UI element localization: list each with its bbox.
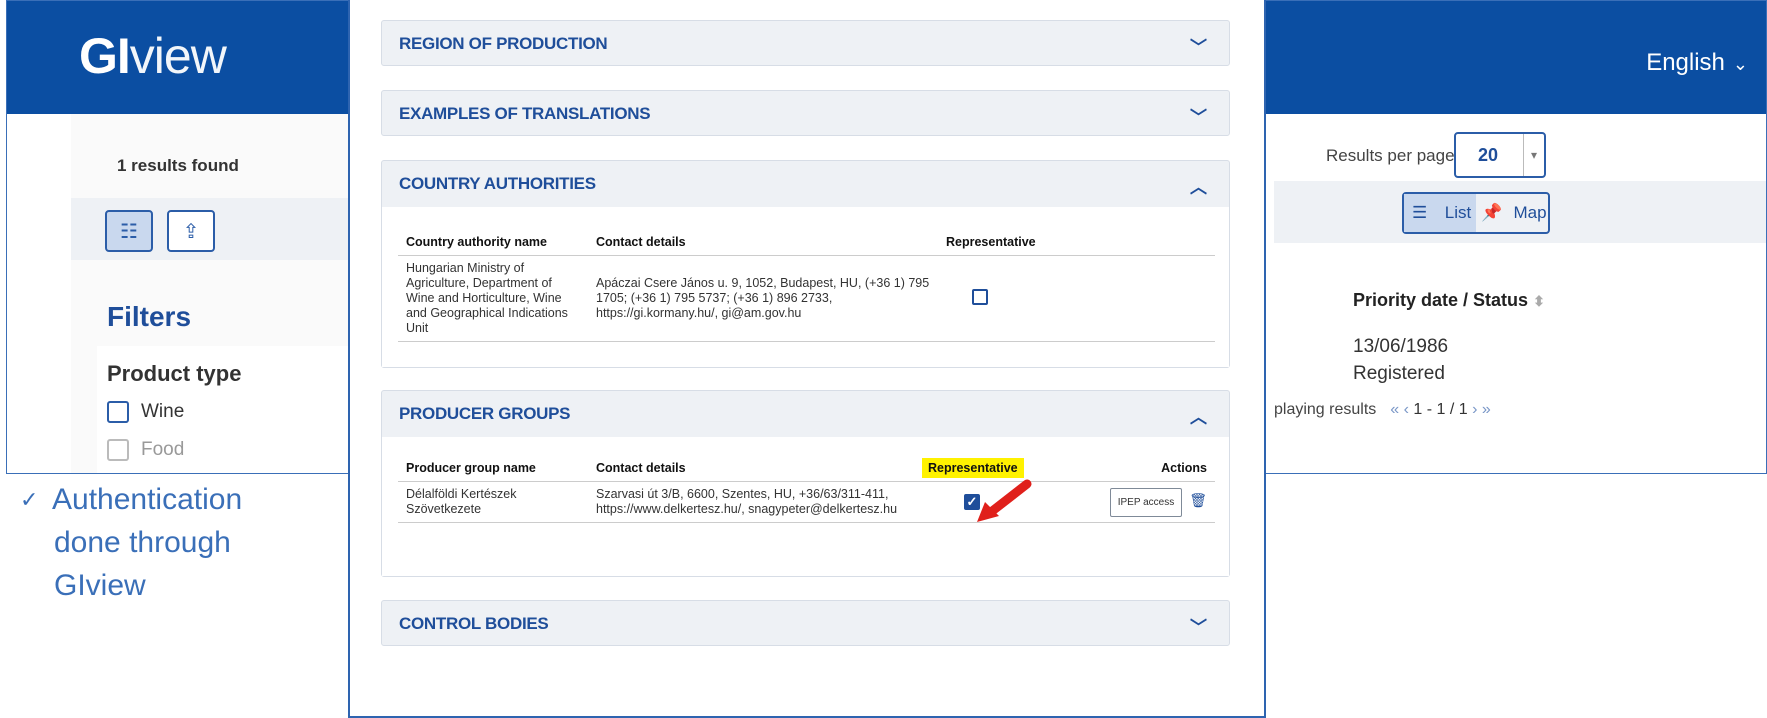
table-row: Hungarian Ministry of Agriculture, Depar…: [398, 255, 1215, 342]
priority-column-header[interactable]: Priority date / Status ⬍: [1353, 290, 1545, 311]
section-header[interactable]: REGION OF PRODUCTION ﹀: [382, 21, 1229, 67]
gi-details-modal: REGION OF PRODUCTION ﹀ EXAMPLES OF TRANS…: [348, 0, 1266, 718]
chevron-down-icon[interactable]: ﹀: [1190, 33, 1207, 58]
table-header-row: Producer group name Contact details Repr…: [398, 455, 1215, 482]
authority-name: Hungarian Ministry of Agriculture, Depar…: [398, 255, 588, 342]
producer-group-contact: Szarvasi út 3/B, 6600, Szentes, HU, +36/…: [588, 481, 914, 523]
table-row: Délalföldi Kertészek Szövetkezete Szarva…: [398, 481, 1215, 523]
export-button[interactable]: ⇪: [167, 210, 215, 252]
section-region-of-production[interactable]: REGION OF PRODUCTION ﹀: [381, 20, 1230, 66]
view-map-button[interactable]: 📌 Map: [1476, 194, 1548, 232]
ipep-access-button[interactable]: IPEP access: [1109, 487, 1183, 517]
chevron-down-icon: ▾: [1523, 134, 1544, 176]
section-title: CONTROL BODIES: [399, 614, 549, 633]
chevron-down-icon[interactable]: ﹀: [1190, 103, 1207, 128]
section-title: EXAMPLES OF TRANSLATIONS: [399, 104, 651, 123]
authentication-note: ✓ Authentication done through GIview: [20, 478, 242, 607]
view-list-button[interactable]: ☰ List: [1404, 194, 1476, 232]
checkbox-icon[interactable]: [107, 439, 129, 461]
filter-toggle-button[interactable]: ☷: [105, 210, 153, 252]
section-control-bodies[interactable]: CONTROL BODIES ﹀: [381, 600, 1230, 646]
product-type-option-wine[interactable]: Wine: [107, 401, 184, 423]
sort-icon[interactable]: ⬍: [1533, 293, 1545, 309]
chevron-down-icon[interactable]: ﹀: [1190, 613, 1207, 638]
filters-title: Filters: [107, 301, 192, 332]
pin-icon: 📌: [1481, 203, 1507, 222]
list-icon: ☰: [1412, 203, 1432, 222]
section-header[interactable]: PRODUCER GROUPS ︿: [382, 391, 1229, 437]
trash-icon[interactable]: 🗑: [1189, 492, 1207, 508]
column-header: Country authority name: [398, 229, 588, 256]
pager-nav[interactable]: « ‹ 1 - 1 / 1 › »: [1390, 401, 1491, 418]
representative-checkbox[interactable]: [972, 288, 988, 305]
producer-groups-table: Producer group name Contact details Repr…: [398, 455, 1215, 523]
producer-group-name: Délalföldi Kertészek Szövetkezete: [398, 481, 588, 523]
section-body: Country authority name Contact details R…: [382, 207, 1229, 367]
product-type-option-food[interactable]: Food: [107, 439, 184, 461]
section-title: PRODUCER GROUPS: [399, 404, 571, 423]
results-per-page-select[interactable]: 20 ▾: [1454, 132, 1546, 178]
chevron-down-icon: ⌄: [1732, 54, 1748, 74]
section-title: COUNTRY AUTHORITIES: [399, 174, 596, 193]
column-header: Producer group name: [398, 455, 588, 482]
giview-logo[interactable]: GIview: [79, 27, 227, 85]
section-header[interactable]: COUNTRY AUTHORITIES ︿: [382, 161, 1229, 207]
section-title: REGION OF PRODUCTION: [399, 34, 608, 53]
table-header-row: Country authority name Contact details R…: [398, 229, 1215, 256]
checkmark-icon: ✓: [20, 487, 39, 512]
column-header: Actions: [1080, 455, 1215, 482]
results-count: 1 results found: [117, 156, 239, 175]
language-label: English: [1646, 49, 1725, 76]
section-country-authorities: COUNTRY AUTHORITIES ︿ Country authority …: [381, 160, 1230, 368]
product-type-label: Product type: [107, 361, 242, 386]
section-body: Producer group name Contact details Repr…: [382, 437, 1229, 576]
language-selector[interactable]: English ⌄: [1646, 49, 1748, 77]
column-header: Contact details: [588, 229, 938, 256]
column-header: Representative: [938, 229, 1215, 256]
country-authorities-table: Country authority name Contact details R…: [398, 229, 1215, 342]
section-header[interactable]: EXAMPLES OF TRANSLATIONS ﹀: [382, 91, 1229, 137]
chevron-up-icon[interactable]: ︿: [1190, 403, 1207, 428]
view-toggle[interactable]: ☰ List 📌 Map: [1402, 192, 1550, 234]
checkbox-icon[interactable]: [107, 401, 129, 423]
results-per-page-label: Results per page: [1326, 146, 1455, 165]
column-header: Contact details: [588, 455, 914, 482]
section-header[interactable]: CONTROL BODIES ﹀: [382, 601, 1229, 647]
priority-status-cell: 13/06/1986 Registered: [1353, 336, 1449, 384]
authority-contact: Apáczai Csere János u. 9, 1052, Budapest…: [588, 255, 938, 342]
section-producer-groups: PRODUCER GROUPS ︿ Producer group name Co…: [381, 390, 1230, 577]
chevron-up-icon[interactable]: ︿: [1190, 173, 1207, 198]
sliders-icon: ☷: [120, 220, 138, 243]
section-examples-of-translations[interactable]: EXAMPLES OF TRANSLATIONS ﹀: [381, 90, 1230, 136]
representative-header-highlighted: Representative: [922, 458, 1024, 478]
pager: playing results « ‹ 1 - 1 / 1 › »: [1274, 401, 1491, 418]
share-icon: ⇪: [182, 220, 200, 243]
red-arrow-annotation-icon: [977, 479, 1032, 522]
